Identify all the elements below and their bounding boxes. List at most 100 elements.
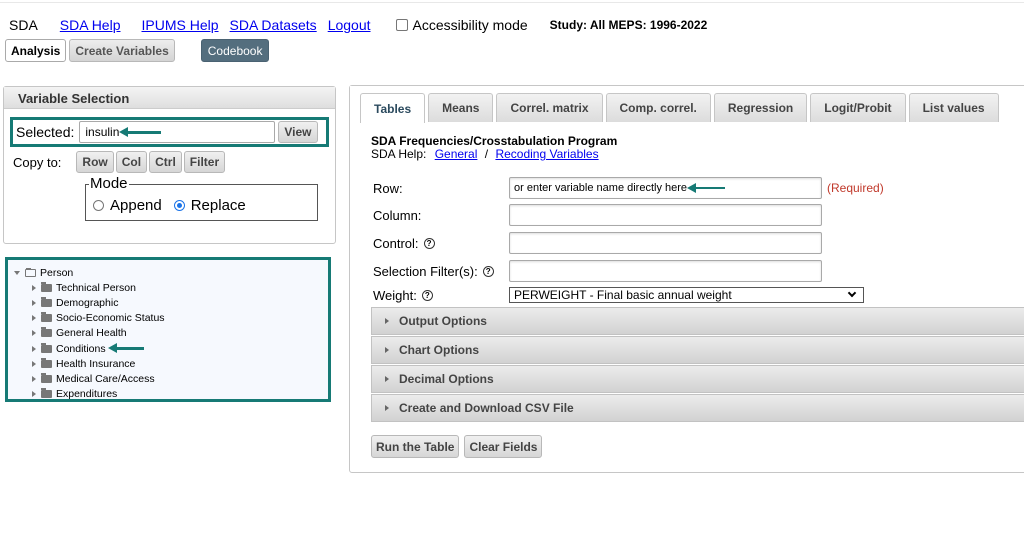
tree-node-conditions[interactable]: Conditions [8, 341, 328, 356]
study-title: Study: All MEPS: 1996-2022 [549, 18, 708, 32]
logout-link[interactable]: Logout [328, 17, 371, 33]
accessibility-toggle[interactable]: Accessibility mode [395, 17, 528, 33]
mode-append-option[interactable]: Append [93, 197, 162, 214]
clear-fields-button[interactable]: Clear Fields [464, 435, 543, 458]
weight-select[interactable]: PERWEIGHT - Final basic annual weight [509, 287, 864, 303]
view-button[interactable]: View [278, 121, 318, 143]
tree-node[interactable]: Demographic [8, 295, 328, 310]
append-label: Append [110, 197, 162, 214]
tree-node[interactable]: Expenditures [8, 387, 328, 402]
analysis-button[interactable]: Analysis [5, 39, 67, 62]
tab-logit-probit[interactable]: Logit/Probit [810, 93, 906, 122]
accordion-label: Chart Options [399, 343, 479, 357]
filter-input[interactable] [509, 260, 822, 282]
mode-replace-option[interactable]: Replace [173, 197, 246, 214]
row-placeholder: or enter variable name directly here [514, 182, 688, 194]
sda-help-link[interactable]: SDA Help [60, 17, 121, 33]
ipums-help-link[interactable]: IPUMS Help [142, 17, 219, 33]
decimal-options-accordion[interactable]: Decimal Options [371, 365, 1024, 393]
chevron-down-icon [847, 288, 857, 298]
weight-field-row: Weight:? PERWEIGHT - Final basic annual … [373, 287, 864, 303]
column-label: Column: [373, 207, 422, 223]
copy-row-button[interactable]: Row [76, 151, 114, 173]
help-recoding-link[interactable]: Recoding Variables [495, 147, 598, 161]
action-buttons: Run the Table Clear Fields [371, 435, 547, 458]
caret-down-icon[interactable] [14, 270, 20, 275]
copy-filter-button[interactable]: Filter [183, 151, 226, 173]
chart-options-accordion[interactable]: Chart Options [371, 336, 1024, 364]
selected-variable-input[interactable]: insulin [79, 121, 276, 143]
csv-download-accordion[interactable]: Create and Download CSV File [371, 394, 1024, 422]
copy-ctrl-button[interactable]: Ctrl [149, 151, 182, 173]
append-radio[interactable] [93, 200, 104, 211]
caret-right-icon [385, 347, 389, 353]
folder-icon [41, 296, 52, 307]
selected-variable-box: Selected: insulin View [10, 117, 329, 147]
caret-right-icon[interactable] [32, 330, 36, 337]
weight-value: PERWEIGHT - Final basic annual weight [514, 288, 732, 302]
variable-selection-title: Variable Selection [4, 87, 335, 109]
tree-node-person[interactable]: Person [8, 265, 328, 280]
brand-label: SDA [9, 17, 38, 33]
control-field-row: Control:? [373, 232, 822, 254]
sda-datasets-link[interactable]: SDA Datasets [230, 17, 317, 33]
caret-right-icon[interactable] [32, 345, 36, 352]
column-input[interactable] [509, 204, 822, 226]
help-question-icon[interactable]: ? [482, 265, 494, 277]
tree-node[interactable]: Health Insurance [8, 356, 328, 371]
tree-label: General Health [56, 327, 127, 340]
caret-right-icon[interactable] [32, 360, 36, 367]
help-question-icon[interactable]: ? [421, 289, 433, 301]
folder-icon [41, 342, 52, 353]
tree-node[interactable]: Technical Person [8, 280, 328, 295]
variable-tree: Person Technical Person Demographic Soci… [5, 257, 331, 402]
tree-label: Technical Person [56, 281, 136, 294]
tab-regression[interactable]: Regression [713, 93, 808, 122]
tree-node[interactable]: Socio-Economic Status [8, 311, 328, 326]
create-variables-button[interactable]: Create Variables [69, 39, 175, 62]
accessibility-checkbox[interactable] [395, 19, 408, 31]
help-general-link[interactable]: General [435, 147, 478, 161]
tab-correl-matrix[interactable]: Correl. matrix [496, 93, 603, 122]
copy-col-button[interactable]: Col [115, 151, 148, 173]
codebook-button[interactable]: Codebook [200, 39, 270, 62]
caret-right-icon[interactable] [32, 315, 36, 322]
replace-label: Replace [190, 197, 246, 214]
output-options-accordion[interactable]: Output Options [371, 307, 1024, 335]
caret-right-icon[interactable] [32, 284, 36, 291]
caret-right-icon[interactable] [32, 375, 36, 382]
tree-node[interactable]: Medical Care/Access [8, 371, 328, 386]
variable-selection-panel: Variable Selection Selected: insulin Vie… [3, 86, 336, 244]
caret-right-icon [385, 405, 389, 411]
row-input[interactable]: or enter variable name directly here [509, 177, 822, 199]
folder-icon [41, 281, 52, 292]
control-input[interactable] [509, 232, 822, 254]
tree-node[interactable]: General Health [8, 326, 328, 341]
tab-comp-correl[interactable]: Comp. correl. [605, 93, 711, 122]
caret-right-icon[interactable] [32, 299, 36, 306]
annotation-arrow-icon [107, 343, 144, 353]
accordion-label: Create and Download CSV File [399, 401, 574, 415]
row-label: Row: [373, 180, 403, 196]
selected-value: insulin [85, 125, 120, 139]
filter-field-row: Selection Filter(s):? [373, 260, 822, 282]
analysis-panel: Tables Means Correl. matrix Comp. correl… [349, 85, 1024, 473]
folder-icon [41, 388, 52, 399]
copy-to-row: Copy to: Row Col Ctrl Filter [13, 151, 227, 173]
tree-label: Person [40, 266, 74, 279]
caret-right-icon[interactable] [32, 391, 36, 398]
tab-tables[interactable]: Tables [360, 93, 426, 123]
program-help: SDA Help: General / Recoding Variables [371, 147, 599, 161]
run-table-button[interactable]: Run the Table [371, 435, 460, 458]
folder-icon [41, 327, 52, 338]
mode-legend: Mode [89, 175, 129, 192]
replace-radio[interactable] [173, 200, 185, 211]
filter-label: Selection Filter(s): [373, 263, 478, 279]
tab-list-values[interactable]: List values [908, 93, 999, 122]
tree-label: Health Insurance [56, 357, 136, 370]
folder-open-icon [25, 267, 36, 277]
tab-means[interactable]: Means [428, 93, 494, 122]
folder-icon [41, 372, 52, 383]
selected-label: Selected: [16, 124, 75, 140]
help-question-icon[interactable]: ? [423, 237, 435, 249]
